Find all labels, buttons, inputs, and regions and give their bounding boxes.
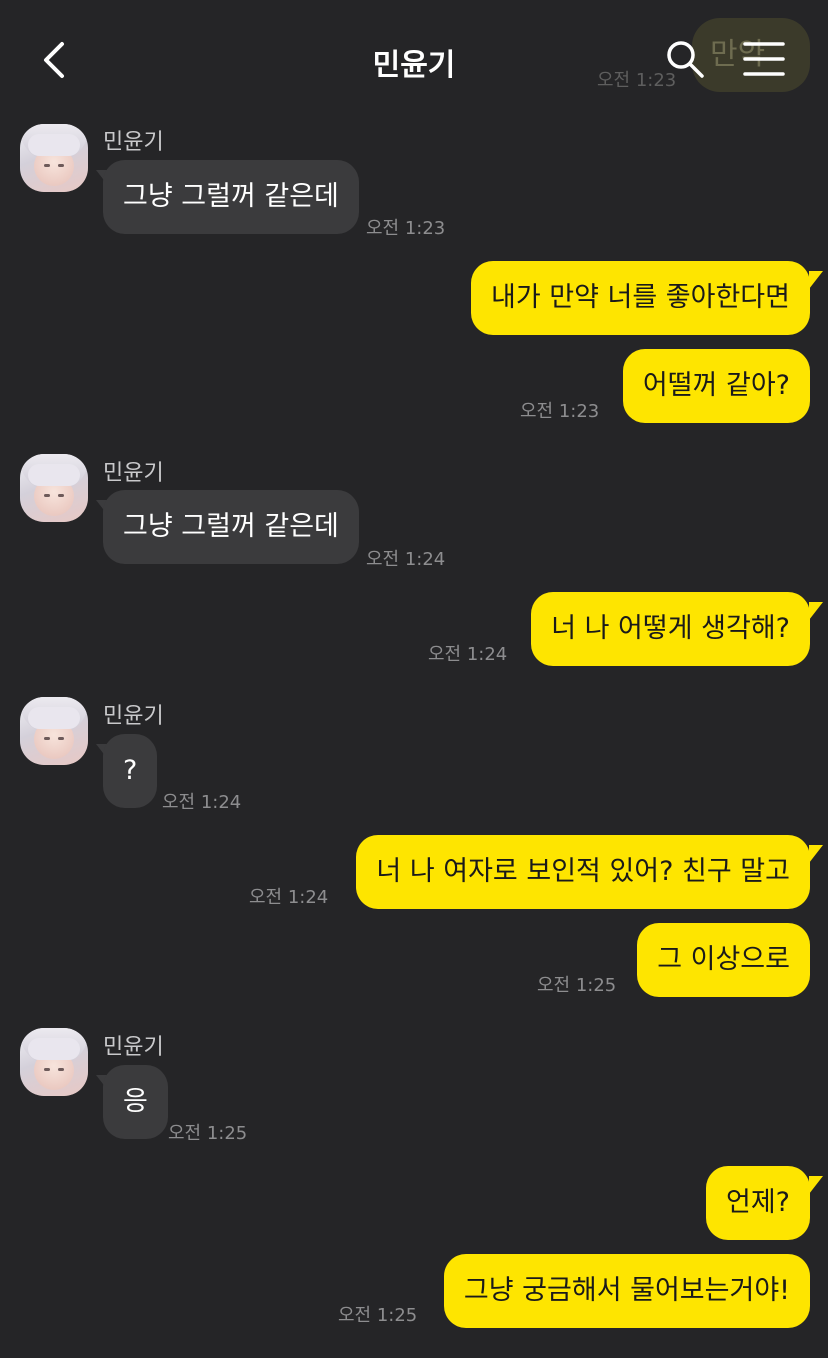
message-bubble[interactable]: 그 이상으로: [637, 923, 810, 997]
message-time: 오전 1:25: [168, 1123, 248, 1144]
menu-button[interactable]: [742, 40, 786, 78]
hamburger-menu-icon: [743, 42, 785, 76]
message-bubble[interactable]: 너 나 여자로 보인적 있어? 친구 말고: [356, 835, 810, 909]
message-time: 오전 1:23: [520, 401, 600, 422]
message-time: 오전 1:24: [162, 792, 242, 813]
avatar[interactable]: [20, 697, 88, 765]
message-bubble[interactable]: 내가 만약 너를 좋아한다면: [471, 261, 810, 335]
message-time: 오전 1:23: [366, 218, 446, 239]
avatar[interactable]: [20, 1028, 88, 1096]
message-time: 오전 1:25: [338, 1305, 418, 1326]
message-time: 오전 1:24: [428, 644, 508, 665]
message-bubble[interactable]: 너 나 어떻게 생각해?: [531, 592, 810, 666]
message-bubble[interactable]: 어떨꺼 같아?: [622, 349, 810, 423]
message-time: 오전 1:25: [537, 975, 617, 996]
sender-name: 민윤기: [103, 704, 164, 729]
message-bubble[interactable]: 언제?: [705, 1166, 810, 1240]
sender-name: 민윤기: [103, 461, 164, 486]
search-icon: [667, 41, 704, 78]
search-button[interactable]: [664, 38, 706, 80]
message-bubble[interactable]: 그냥 그럴꺼 같은데: [103, 160, 359, 234]
message-time: 오전 1:24: [366, 549, 446, 570]
chat-header: 만약 오전 1:23 민윤기: [0, 0, 828, 120]
avatar[interactable]: [20, 124, 88, 192]
avatar[interactable]: [20, 454, 88, 522]
sender-name: 민윤기: [103, 1035, 164, 1060]
sender-name: 민윤기: [103, 130, 164, 155]
message-time: 오전 1:24: [249, 887, 329, 908]
message-bubble[interactable]: 응: [103, 1065, 168, 1139]
message-bubble[interactable]: ?: [103, 734, 158, 808]
message-bubble[interactable]: 그냥 궁금해서 물어보는거야!: [443, 1254, 810, 1328]
message-bubble[interactable]: 그냥 그럴꺼 같은데: [103, 490, 359, 564]
